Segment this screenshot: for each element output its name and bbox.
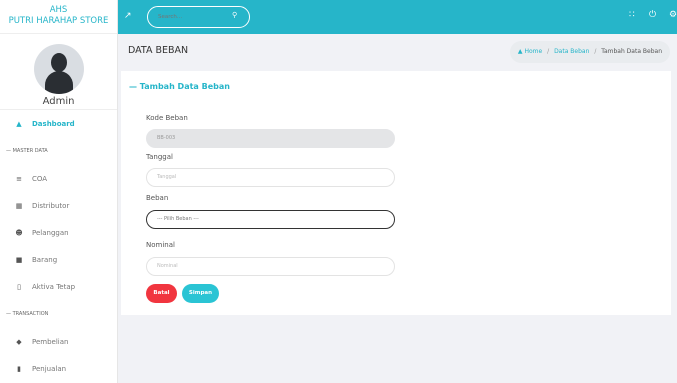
breadcrumb-home[interactable]: Home <box>524 48 542 55</box>
breadcrumb-current: Tambah Data Beban <box>601 48 662 55</box>
sidebar-item-pembelian[interactable]: ◆ Pembelian <box>0 328 117 355</box>
batal-button[interactable]: Batal <box>146 284 177 303</box>
menu-header-transaction: — TRANSACTION <box>6 311 49 317</box>
sidebar-item-label: Dashboard <box>32 119 75 128</box>
brand-line-1: AHS <box>49 5 68 15</box>
breadcrumb-separator: / <box>594 48 597 55</box>
brand-line-2: PUTRI HARAHAP STORE <box>8 16 109 26</box>
users-icon: ☻ <box>15 228 23 237</box>
sidebar-item-aktiva-tetap[interactable]: ▯ Aktiva Tetap <box>0 273 117 300</box>
top-navbar: ↗ ⚲ ∷ ⏻ ⚙ <box>118 0 677 34</box>
sidebar-item-label: Aktiva Tetap <box>32 282 76 291</box>
breadcrumb-separator: / <box>547 48 550 55</box>
sidebar: AHS PUTRI HARAHAP STORE Admin ▲ Dashboar… <box>0 0 118 383</box>
page-title: DATA BEBAN <box>128 45 189 56</box>
sidebar-item-dashboard[interactable]: ▲ Dashboard <box>0 110 117 137</box>
form-title: — Tambah Data Beban <box>129 82 230 91</box>
power-icon[interactable]: ⏻ <box>649 10 656 20</box>
user-profile: Admin <box>0 34 117 110</box>
beban-select[interactable]: --- Pilih Beban --- <box>146 210 395 229</box>
gear-icon[interactable]: ⚙ <box>669 10 677 20</box>
sidebar-item-label: Distributor <box>32 201 70 210</box>
sidebar-item-coa[interactable]: ≡ COA <box>0 165 117 192</box>
sidebar-item-barang[interactable]: ■ Barang <box>0 246 117 273</box>
menu-header-master-data: — MASTER DATA <box>6 148 48 154</box>
nominal-field[interactable]: Nominal <box>146 257 395 276</box>
receipt-icon: ▮ <box>17 364 21 373</box>
sidebar-item-label: Penjualan <box>32 364 67 373</box>
sidebar-item-label: Pembelian <box>32 337 69 346</box>
avatar-head-shape <box>50 53 67 72</box>
sidebar-item-label: Barang <box>32 255 58 264</box>
list-icon: ≡ <box>16 174 22 183</box>
tanggal-field[interactable]: Tanggal <box>146 168 395 187</box>
avatar <box>33 44 84 94</box>
file-icon: ▯ <box>17 282 21 291</box>
breadcrumb-home-icon: ▲ <box>517 48 523 55</box>
expand-icon[interactable]: ↗ <box>124 11 132 21</box>
brand[interactable]: AHS PUTRI HARAHAP STORE <box>0 0 117 34</box>
breadcrumb: ▲ Home / Data Beban / Tambah Data Beban <box>509 41 670 63</box>
sidebar-item-label: Pelanggan <box>32 228 69 237</box>
nominal-label: Nominal <box>146 241 175 249</box>
box-icon: ■ <box>15 255 23 264</box>
beban-label: Beban <box>146 194 169 202</box>
user-name: Admin <box>42 96 75 107</box>
kode-beban-field: BB-003 <box>146 129 395 148</box>
cart-icon: ◆ <box>16 337 22 346</box>
sidebar-item-distributor[interactable]: ▦ Distributor <box>0 192 117 219</box>
home-icon: ▲ <box>16 119 22 128</box>
building-icon: ▦ <box>15 201 23 210</box>
sidebar-item-penjualan[interactable]: ▮ Penjualan <box>0 355 117 382</box>
simpan-button[interactable]: Simpan <box>182 284 219 303</box>
tanggal-label: Tanggal <box>146 153 173 161</box>
grid-icon[interactable]: ∷ <box>629 10 635 20</box>
sidebar-item-label: COA <box>32 174 48 183</box>
form-card: — Tambah Data Beban Kode Beban BB-003 Ta… <box>121 71 671 315</box>
sidebar-item-pelanggan[interactable]: ☻ Pelanggan <box>0 219 117 246</box>
kode-beban-label: Kode Beban <box>146 114 188 122</box>
avatar-body-shape <box>44 71 73 94</box>
page-header: DATA BEBAN ▲ Home / Data Beban / Tambah … <box>118 34 677 70</box>
search-icon[interactable]: ⚲ <box>232 11 237 19</box>
breadcrumb-data-beban[interactable]: Data Beban <box>554 48 589 55</box>
